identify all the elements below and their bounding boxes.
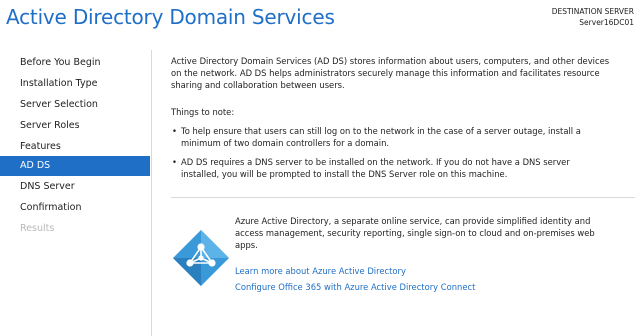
intro-paragraph: Active Directory Domain Services (AD DS)… <box>171 55 635 91</box>
bullet-line: installed, you will be prompted to insta… <box>181 169 508 179</box>
wizard-sidebar: Before You Begin Installation Type Serve… <box>0 50 152 336</box>
note-bullet: • To help ensure that users can still lo… <box>171 125 635 149</box>
azure-active-directory-icon <box>171 228 231 288</box>
configure-office365-link[interactable]: Configure Office 365 with Azure Active D… <box>235 281 475 293</box>
things-to-note-heading: Things to note: <box>171 107 235 117</box>
intro-line: sharing and collaboration between users. <box>171 80 345 90</box>
sidebar-item-dns-server[interactable]: DNS Server <box>0 177 150 197</box>
bullet-line: minimum of two domain controllers for a … <box>181 138 390 148</box>
section-divider <box>171 197 635 198</box>
azure-description: Azure Active Directory, a separate onlin… <box>235 215 635 251</box>
sidebar-item-results: Results <box>20 223 55 234</box>
sidebar-item-ad-ds[interactable]: AD DS <box>0 156 150 176</box>
intro-line: Active Directory Domain Services (AD DS)… <box>171 56 610 66</box>
bullet-marker: • <box>172 126 177 136</box>
bullet-line: AD DS requires a DNS server to be instal… <box>181 157 570 167</box>
destination-server-info: DESTINATION SERVER Server16DC01 <box>552 6 634 28</box>
destination-server-name: Server16DC01 <box>579 18 634 27</box>
bullet-line: To help ensure that users can still log … <box>181 126 581 136</box>
azure-description-line: Azure Active Directory, a separate onlin… <box>235 216 591 226</box>
sidebar-item-server-roles[interactable]: Server Roles <box>0 116 150 136</box>
azure-description-line: apps. <box>235 240 258 250</box>
sidebar-item-features[interactable]: Features <box>0 137 150 157</box>
sidebar-item-before-you-begin[interactable]: Before You Begin <box>0 53 150 73</box>
learn-more-azure-ad-link[interactable]: Learn more about Azure Active Directory <box>235 265 406 277</box>
bullet-marker: • <box>172 157 177 167</box>
note-bullet: • AD DS requires a DNS server to be inst… <box>171 156 635 180</box>
destination-server-label: DESTINATION SERVER <box>551 7 634 16</box>
intro-line: on the network. AD DS helps administrato… <box>171 68 600 78</box>
azure-description-line: access management, security reporting, s… <box>235 228 595 238</box>
wizard-header: Active Directory Domain Services DESTINA… <box>0 0 640 40</box>
sidebar-item-server-selection[interactable]: Server Selection <box>0 95 150 115</box>
sidebar-item-installation-type[interactable]: Installation Type <box>0 74 150 94</box>
page-title: Active Directory Domain Services <box>6 5 335 29</box>
wizard-page: Active Directory Domain Services DESTINA… <box>0 0 640 336</box>
sidebar-item-confirmation[interactable]: Confirmation <box>0 198 150 218</box>
